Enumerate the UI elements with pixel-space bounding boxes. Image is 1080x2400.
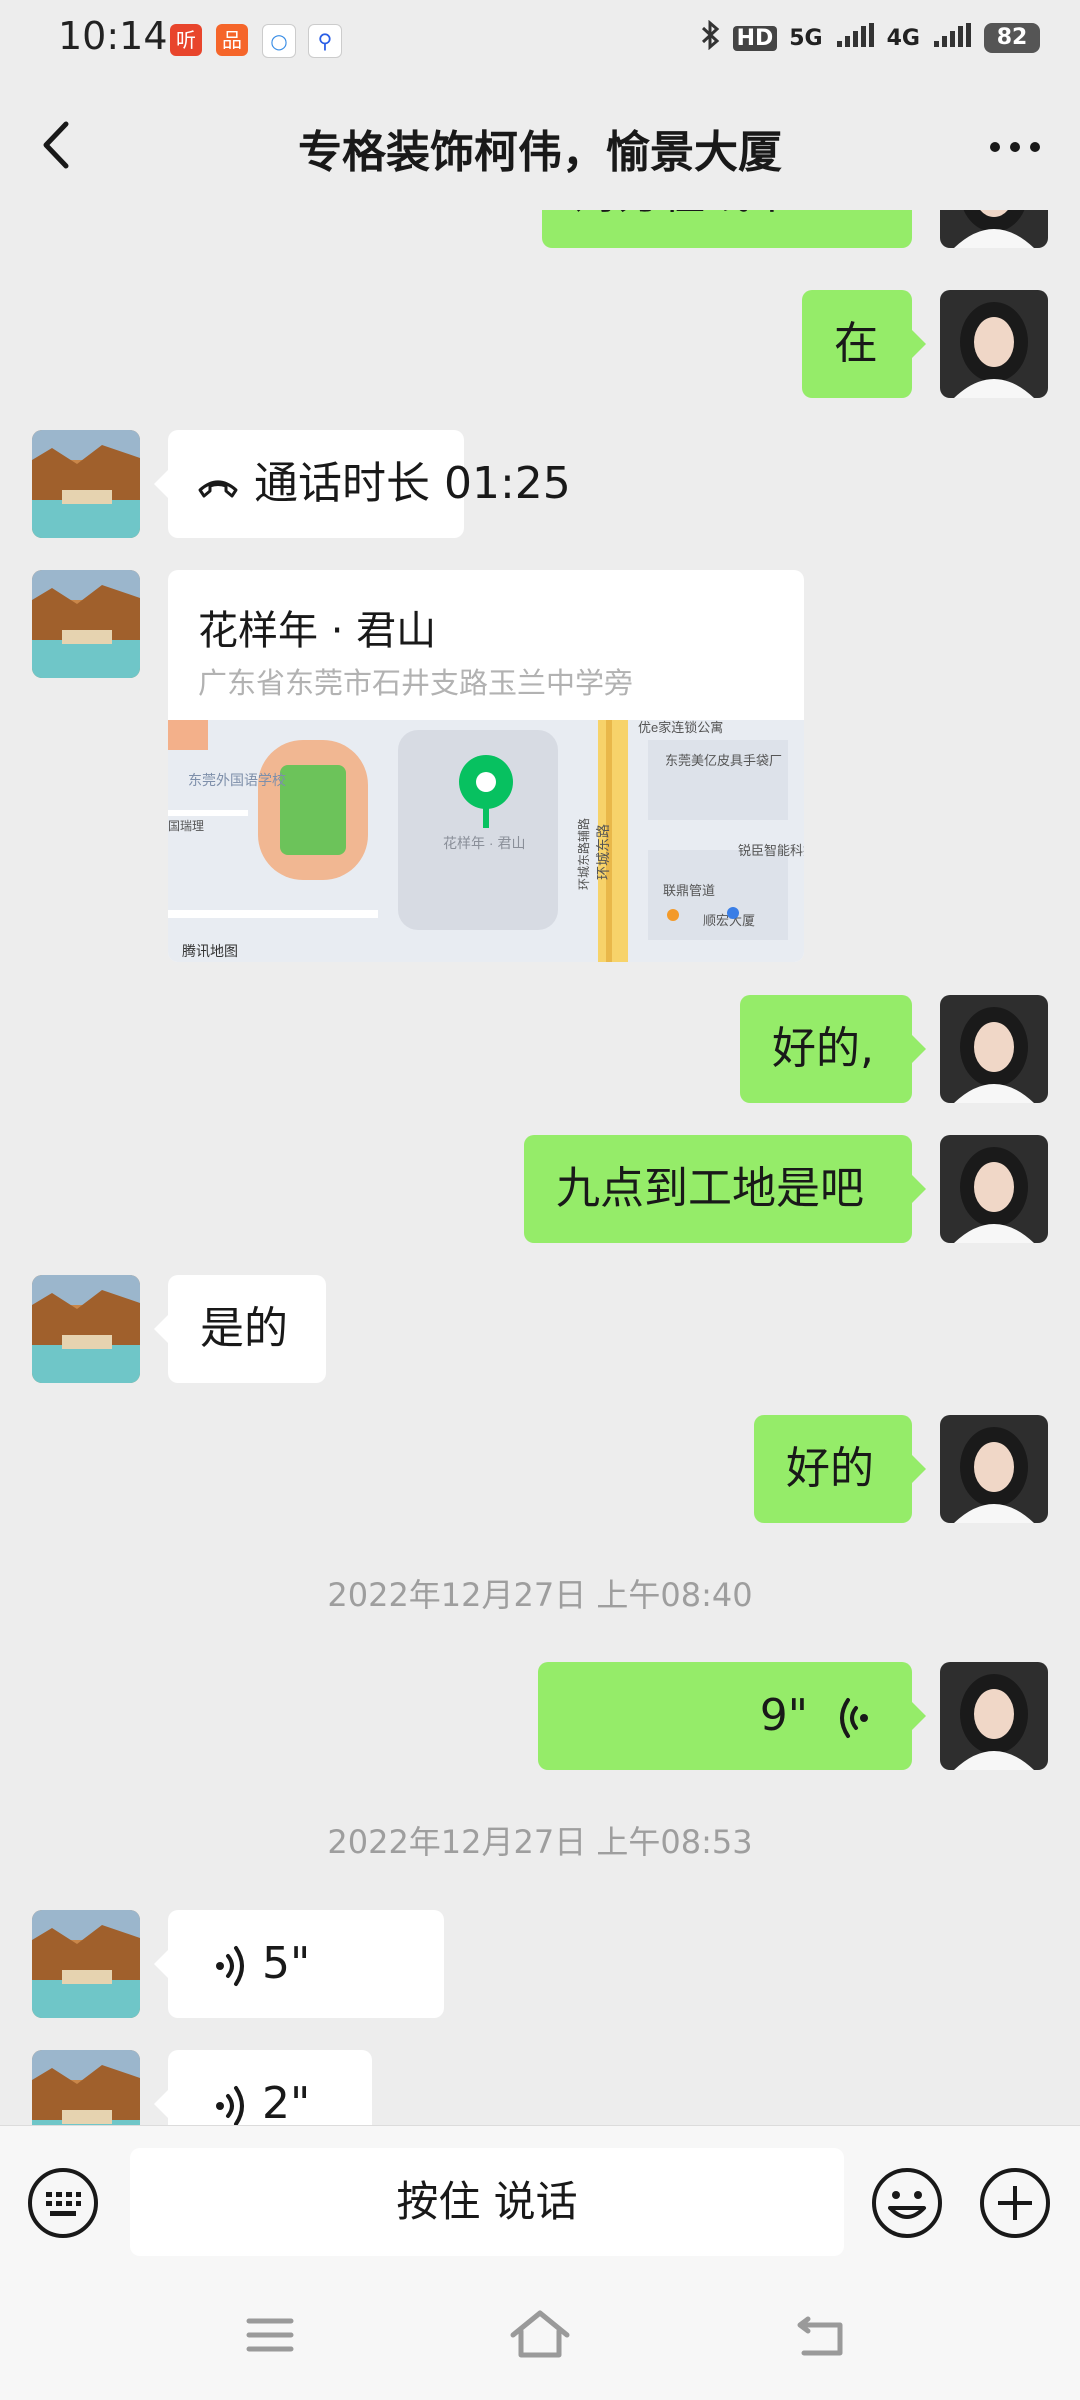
message-bubble[interactable]: 好的	[754, 1415, 926, 1523]
self-avatar[interactable]	[940, 1415, 1048, 1523]
location-card[interactable]: 花样年 · 君山 广东省东莞市石井支路玉兰中学旁 东莞外国语学校 花样年 · 君…	[168, 570, 804, 962]
system-nav-bar	[0, 2275, 1080, 2400]
map-label: 锐臣智能科技	[738, 843, 804, 858]
contact-avatar[interactable]	[32, 2050, 140, 2125]
voice-wave-icon	[216, 1946, 244, 1986]
smiley-icon	[872, 2168, 942, 2238]
chat-app-icon: ○	[262, 24, 296, 58]
message-row: 九点到工地是吧	[0, 1135, 1080, 1243]
message-bubble[interactable]: 九点到工地是吧	[524, 1135, 926, 1243]
keyboard-icon	[28, 2168, 98, 2238]
self-avatar[interactable]	[940, 995, 1048, 1103]
voice-duration: 2"	[262, 2078, 311, 2125]
map-label: 优e家连锁公寓	[638, 720, 723, 735]
message-timestamp: 2022年12月27日 上午08:40	[327, 1576, 753, 1614]
message-bubble[interactable]: 在	[802, 290, 926, 398]
back-button[interactable]	[30, 110, 90, 180]
phone-hangup-icon	[198, 480, 238, 498]
recent-apps-button[interactable]	[235, 2305, 305, 2365]
signal-5g-label: 5G	[789, 25, 823, 51]
message-bubble[interactable]: 是的	[154, 1275, 326, 1383]
status-indicators: HD 5G 4G 82	[699, 19, 1040, 56]
self-avatar[interactable]	[940, 1662, 1048, 1770]
contact-avatar[interactable]	[32, 570, 140, 678]
baidu-app-icon: ⚲	[308, 24, 342, 58]
more-dots-icon	[990, 142, 1040, 152]
map-label: 花样年 · 君山	[443, 835, 525, 851]
hd-badge: HD	[732, 25, 778, 51]
message-row: 花样年 · 君山 广东省东莞市石井支路玉兰中学旁 东莞外国语学校 花样年 · 君…	[0, 570, 1080, 962]
location-name: 花样年 · 君山	[198, 608, 437, 654]
message-row: 9"	[0, 1662, 1080, 1770]
voice-wave-icon	[216, 2086, 244, 2125]
voice-duration: 5"	[262, 1938, 311, 1989]
message-row: 通话时长 01:25	[0, 430, 1080, 538]
call-record-bubble[interactable]: 通话时长 01:25	[154, 430, 571, 538]
signal-4g-label: 4G	[886, 25, 920, 51]
map-label: 联鼎管道	[663, 883, 715, 898]
message-bubble[interactable]: 对方在线中	[542, 210, 912, 248]
message-row: 2"	[0, 2050, 1080, 2125]
voice-message-bubble[interactable]: 9"	[538, 1662, 926, 1770]
map-label: 环城东路	[595, 824, 611, 880]
pinduoduo-app-icon: 品	[216, 24, 248, 56]
signal-5g-icon	[835, 21, 875, 55]
emoji-button[interactable]	[870, 2166, 944, 2240]
voice-wave-icon	[840, 1698, 868, 1738]
voice-duration: 9"	[759, 1690, 808, 1741]
message-row: 好的,	[0, 995, 1080, 1103]
self-avatar[interactable]	[940, 290, 1048, 398]
message-row: 在	[0, 290, 1080, 398]
voice-message-bubble[interactable]: 2"	[154, 2050, 372, 2125]
menu-icon	[246, 2318, 294, 2352]
message-timestamp: 2022年12月27日 上午08:53	[327, 1823, 753, 1861]
map-label: 国瑞理	[168, 819, 204, 833]
call-duration-text: 通话时长 01:25	[254, 458, 571, 509]
self-avatar[interactable]	[940, 1135, 1048, 1243]
input-bar: 按住 说话	[0, 2125, 1080, 2276]
more-options-button[interactable]	[980, 110, 1050, 180]
contact-avatar[interactable]	[32, 430, 140, 538]
chevron-left-icon	[43, 121, 69, 169]
message-bubble[interactable]: 好的,	[740, 995, 926, 1103]
status-bar: 10:14 听 品 ○ ⚲ HD 5G 4G 82	[0, 0, 1080, 80]
voice-message-bubble[interactable]: 5"	[154, 1910, 444, 2018]
chat-header: 专格装饰柯伟，愉景大厦	[0, 80, 1080, 210]
self-avatar[interactable]	[940, 210, 1048, 248]
hold-to-talk-button[interactable]: 按住 说话	[130, 2148, 844, 2256]
location-address: 广东省东莞市石井支路玉兰中学旁	[198, 666, 634, 700]
contact-avatar[interactable]	[32, 1910, 140, 2018]
message-list[interactable]: 对方在线中 在 通话时长 01:25 花样年 · 君山 广东省东莞市石井支路玉兰…	[0, 210, 1080, 2125]
contact-avatar[interactable]	[32, 1275, 140, 1383]
ting-app-icon: 听	[170, 24, 202, 56]
back-nav-button[interactable]	[790, 2305, 860, 2365]
back-arrow-icon	[797, 2316, 843, 2356]
map-label: 东莞外国语学校	[188, 772, 286, 788]
message-row: 5"	[0, 1910, 1080, 2018]
home-icon	[510, 2310, 570, 2358]
home-button[interactable]	[505, 2305, 575, 2365]
message-row: 对方在线中	[0, 210, 1080, 248]
battery-indicator: 82	[984, 23, 1040, 53]
message-row: 是的	[0, 1275, 1080, 1383]
status-time: 10:14	[58, 14, 168, 58]
bluetooth-icon	[699, 19, 721, 56]
map-attribution: 腾讯地图	[182, 943, 238, 959]
keyboard-toggle-button[interactable]	[26, 2166, 100, 2240]
map-label: 环城东路辅路	[576, 818, 591, 890]
map-label: 东莞美亿皮具手袋厂	[665, 753, 782, 768]
plus-icon	[980, 2168, 1050, 2238]
chat-title: 专格装饰柯伟，愉景大厦	[298, 127, 782, 178]
more-functions-button[interactable]	[978, 2166, 1052, 2240]
location-map: 东莞外国语学校 花样年 · 君山 优e家连锁公寓 东莞美亿皮具手袋厂 锐臣智能科…	[168, 720, 804, 962]
message-row: 好的	[0, 1415, 1080, 1523]
signal-4g-icon	[932, 21, 972, 55]
